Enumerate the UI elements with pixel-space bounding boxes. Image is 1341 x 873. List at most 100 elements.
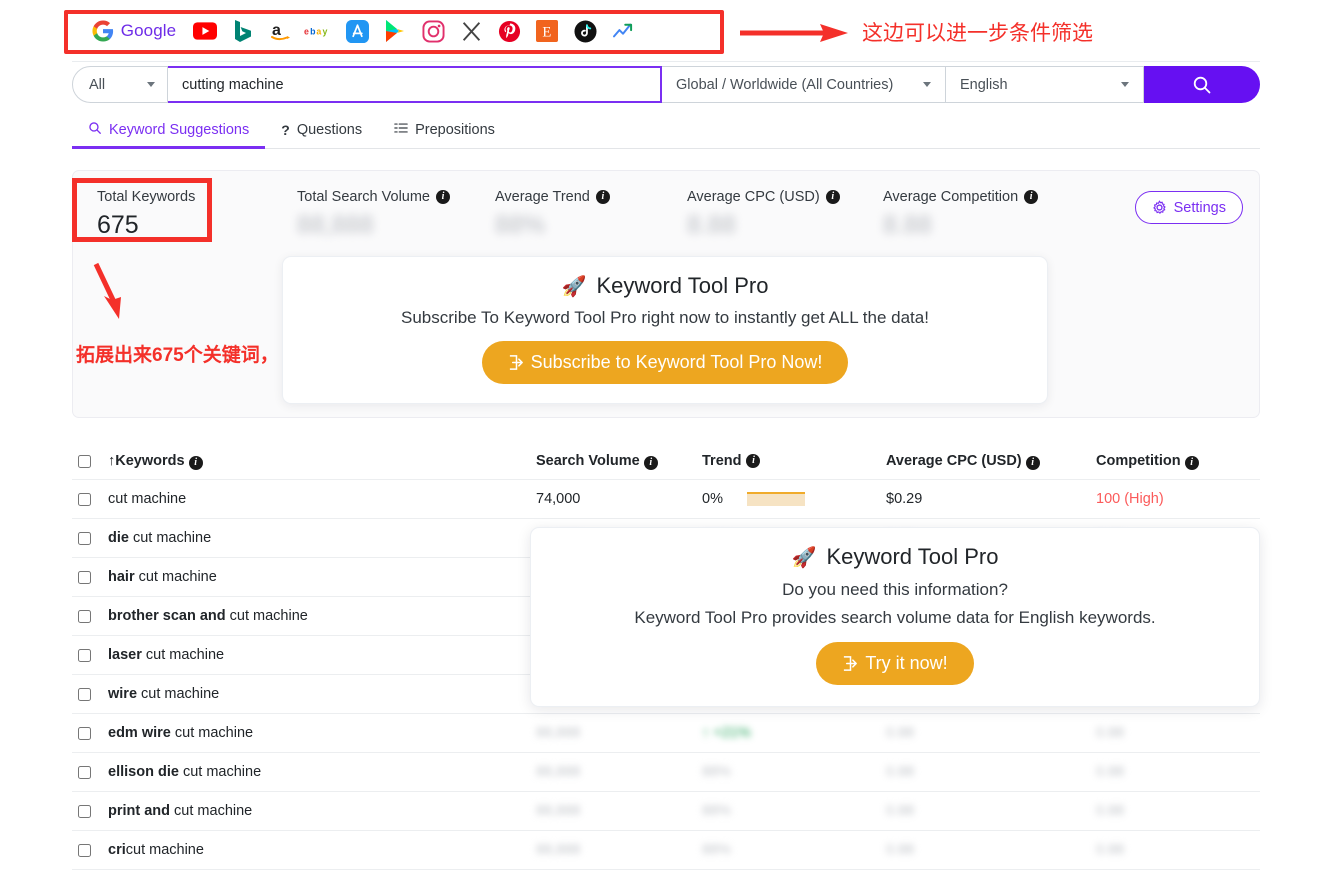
table-row[interactable]: cricut machine88,88888%0.880.88 — [72, 831, 1260, 870]
cell-trend: 88% — [702, 764, 886, 780]
promo-lower-title-row: 🚀 Keyword Tool Pro — [792, 544, 999, 570]
rocket-icon: 🚀 — [792, 545, 817, 570]
row-checkbox[interactable] — [78, 532, 91, 545]
keyword-rest-part: cut machine — [135, 569, 217, 585]
settings-button[interactable]: Settings — [1135, 191, 1243, 224]
language-dropdown[interactable]: English — [946, 66, 1144, 103]
table-row[interactable]: cut machine74,0000%$0.29100 (High) — [72, 480, 1260, 519]
row-checkbox[interactable] — [78, 649, 91, 662]
cell-trend: 88% — [702, 803, 886, 819]
info-icon[interactable]: i — [436, 190, 450, 204]
cell-keyword: ellison die cut machine — [108, 764, 536, 780]
country-dropdown[interactable]: Global / Worldwide (All Countries) — [662, 66, 946, 103]
platform-play-store[interactable] — [376, 14, 414, 48]
platform-google-trends[interactable] — [604, 14, 642, 48]
info-icon[interactable]: i — [596, 190, 610, 204]
platform-app-store[interactable] — [338, 14, 376, 48]
svg-text:e: e — [304, 27, 309, 37]
row-checkbox[interactable] — [78, 766, 91, 779]
stat-value: 675 — [97, 210, 273, 240]
pinterest-icon — [498, 20, 521, 43]
subscribe-button-label: Subscribe to Keyword Tool Pro Now! — [531, 352, 823, 373]
twitter-x-icon — [461, 21, 482, 42]
row-checkbox[interactable] — [78, 610, 91, 623]
scope-dropdown[interactable]: All — [72, 66, 168, 103]
cell-keyword: cricut machine — [108, 842, 536, 858]
platform-tiktok[interactable] — [566, 14, 604, 48]
bing-icon — [233, 19, 253, 43]
row-checkbox[interactable] — [78, 688, 91, 701]
result-tabs: Keyword Suggestions ?QuestionsPreposition… — [72, 112, 1260, 149]
table-row[interactable]: edm wire cut machine88,888↑ +21%0.880.88 — [72, 714, 1260, 753]
keyword-bold-part: print and — [108, 803, 170, 819]
trend-value: 88% — [702, 842, 731, 858]
platform-instagram[interactable] — [414, 14, 452, 48]
row-checkbox[interactable] — [78, 805, 91, 818]
svg-text:a: a — [316, 27, 321, 37]
tab-label: Questions — [297, 122, 362, 138]
row-checkbox[interactable] — [78, 571, 91, 584]
tab-keyword-suggestions[interactable]: Keyword Suggestions — [72, 112, 265, 149]
tab-prepositions[interactable]: Prepositions — [378, 112, 511, 149]
annotation-arrow-right — [740, 22, 850, 44]
login-arrow-icon — [508, 354, 525, 371]
platform-ebay[interactable]: ebay — [300, 14, 338, 48]
info-icon[interactable]: i — [189, 456, 203, 470]
promo-lower-line2: Keyword Tool Pro provides search volume … — [634, 605, 1155, 631]
subscribe-button[interactable]: Subscribe to Keyword Tool Pro Now! — [482, 341, 849, 384]
info-icon[interactable]: i — [1024, 190, 1038, 204]
cell-competition: 0.88 — [1096, 764, 1260, 780]
stat-label-text: Average CPC (USD) — [687, 189, 820, 205]
header-cpc[interactable]: Average CPC (USD) i — [886, 453, 1096, 470]
row-checkbox[interactable] — [78, 493, 91, 506]
header-search-volume[interactable]: Search Volume i — [536, 453, 702, 470]
promo-title-row: 🚀 Keyword Tool Pro — [562, 273, 769, 299]
svg-text:y: y — [323, 27, 328, 37]
info-icon[interactable]: i — [644, 456, 658, 470]
keyword-rest-part: cut machine — [126, 842, 204, 858]
platform-bing[interactable] — [224, 14, 262, 48]
header-cpc-label: Average CPC (USD) — [886, 453, 1022, 469]
table-row[interactable]: print and cut machine88,88888%0.880.88 — [72, 792, 1260, 831]
platform-pinterest[interactable] — [490, 14, 528, 48]
header-keywords[interactable]: ↑Keywords i — [108, 453, 536, 470]
row-checkbox[interactable] — [78, 727, 91, 740]
search-input[interactable] — [168, 66, 662, 103]
platform-youtube[interactable] — [186, 14, 224, 48]
platform-google[interactable]: Google — [82, 14, 186, 48]
keyword-rest-part: cut machine — [137, 686, 219, 702]
stat-label: Total Search Volumei — [297, 189, 471, 205]
row-checkbox-cell — [72, 688, 108, 701]
tab-questions[interactable]: ?Questions — [265, 112, 378, 149]
row-checkbox-cell — [72, 610, 108, 623]
table-row[interactable]: ellison die cut machine88,88888%0.880.88 — [72, 753, 1260, 792]
select-all-checkbox-cell — [72, 455, 108, 468]
trend-sparkline — [747, 492, 805, 506]
language-dropdown-value: English — [960, 77, 1008, 93]
try-it-now-button-label: Try it now! — [865, 653, 947, 674]
promo-card-subscribe: 🚀 Keyword Tool Pro Subscribe To Keyword … — [282, 256, 1048, 404]
row-checkbox[interactable] — [78, 844, 91, 857]
svg-text:a: a — [272, 22, 281, 39]
search-button[interactable] — [1144, 66, 1260, 103]
promo-title: Keyword Tool Pro — [596, 273, 768, 299]
info-icon[interactable]: i — [746, 454, 760, 468]
header-trend[interactable]: Trend i — [702, 453, 886, 469]
cell-trend: 88% — [702, 842, 886, 858]
cell-cpc: $0.29 — [886, 491, 1096, 507]
info-icon[interactable]: i — [1185, 456, 1199, 470]
try-it-now-button[interactable]: Try it now! — [816, 642, 973, 685]
cell-keyword: edm wire cut machine — [108, 725, 536, 741]
cell-keyword: print and cut machine — [108, 803, 536, 819]
platform-etsy[interactable]: E — [528, 14, 566, 48]
info-icon[interactable]: i — [1026, 456, 1040, 470]
info-icon[interactable]: i — [826, 190, 840, 204]
platform-amazon[interactable]: a — [262, 14, 300, 48]
country-dropdown-value: Global / Worldwide (All Countries) — [676, 77, 893, 93]
select-all-checkbox[interactable] — [78, 455, 91, 468]
cell-competition: 0.88 — [1096, 725, 1260, 741]
platform-twitter-x[interactable] — [452, 14, 490, 48]
tab-label: Keyword Suggestions — [109, 122, 249, 138]
cell-trend: ↑ +21% — [702, 725, 886, 741]
header-competition[interactable]: Competition i — [1096, 453, 1260, 470]
